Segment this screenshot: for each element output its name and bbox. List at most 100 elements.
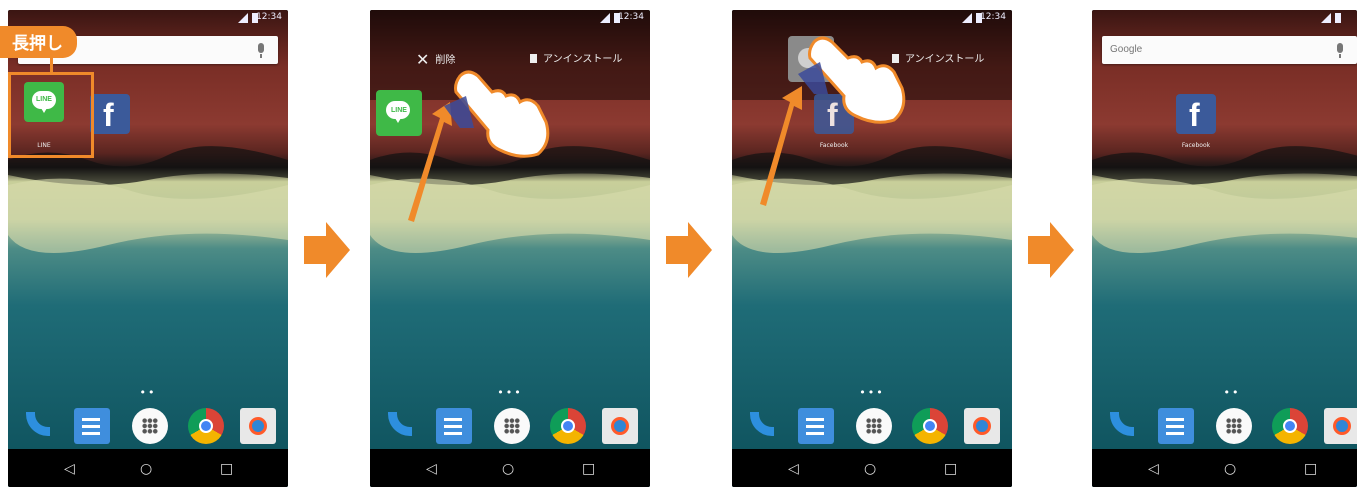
camera-lens-icon [1333, 417, 1351, 435]
status-bar [1092, 10, 1357, 28]
google-search-bar[interactable]: Google [1102, 36, 1357, 64]
app-drawer-icon[interactable] [856, 408, 892, 444]
grid-dots-icon [866, 418, 882, 434]
grid-dots-icon [142, 418, 158, 434]
line-app-icon-over-remove[interactable] [788, 36, 834, 82]
uninstall-target[interactable]: アンインストール [892, 50, 984, 65]
long-press-callout: 長押し [0, 26, 77, 58]
back-icon[interactable]: ◁ [426, 461, 437, 477]
message-line [806, 432, 824, 435]
clock: 12:34 [618, 12, 644, 22]
messages-app-icon[interactable] [436, 408, 472, 444]
facebook-f-icon: f [103, 97, 114, 133]
facebook-app-icon[interactable]: f [90, 94, 130, 134]
phone-app-icon[interactable] [22, 408, 58, 444]
uninstall-label: アンインストール [905, 54, 985, 65]
signal-icon [238, 13, 248, 23]
mic-icon[interactable] [1337, 43, 1343, 58]
back-icon[interactable]: ◁ [64, 461, 75, 477]
camera-lens-icon [973, 417, 991, 435]
clock: 12:34 [256, 12, 282, 22]
uninstall-label: アンインストール [543, 54, 623, 65]
page-indicator: •• [1223, 386, 1241, 399]
phone-app-icon[interactable] [384, 408, 420, 444]
camera-lens-icon [611, 417, 629, 435]
camera-app-icon[interactable] [602, 408, 638, 444]
remove-target[interactable]: ✕ 削除 [416, 50, 455, 69]
back-icon[interactable]: ◁ [1148, 461, 1159, 477]
chrome-app-icon[interactable] [912, 408, 948, 444]
camera-app-icon[interactable] [240, 408, 276, 444]
home-icon[interactable]: ○ [502, 461, 514, 477]
drop-target-bar: アンインストール [732, 36, 1012, 76]
facebook-f-icon: f [827, 97, 838, 133]
signal-icon [962, 13, 972, 23]
recents-icon[interactable]: □ [582, 461, 595, 477]
message-line [806, 418, 824, 421]
home-icon[interactable]: ○ [1224, 461, 1236, 477]
facebook-app-icon[interactable]: f [814, 94, 854, 134]
line-app-icon-dragging[interactable]: LINE [376, 90, 422, 136]
back-icon[interactable]: ◁ [788, 461, 799, 477]
signal-icon [600, 13, 610, 23]
chrome-center-icon [561, 419, 575, 433]
chrome-app-icon[interactable] [550, 408, 586, 444]
page-indicator: ••• [497, 386, 523, 399]
app-drawer-icon[interactable] [1216, 408, 1252, 444]
app-drawer-icon[interactable] [132, 408, 168, 444]
highlight-box [8, 72, 94, 158]
message-line [444, 432, 462, 435]
line-logo-text: LINE [391, 107, 407, 114]
trash-icon [530, 54, 537, 63]
messages-app-icon[interactable] [74, 408, 110, 444]
facebook-f-icon: f [1189, 97, 1200, 133]
grid-dots-icon [504, 418, 520, 434]
messages-app-icon[interactable] [798, 408, 834, 444]
chrome-app-icon[interactable] [188, 408, 224, 444]
phone-app-icon[interactable] [1106, 408, 1142, 444]
uninstall-target[interactable]: アンインストール [530, 50, 622, 65]
navigation-bar: ◁ ○ □ [370, 449, 650, 487]
page-indicator: •• [139, 386, 157, 399]
close-icon: ✕ [416, 50, 430, 69]
phone-handset-icon [26, 412, 50, 436]
recents-icon[interactable]: □ [944, 461, 957, 477]
message-line [1166, 425, 1184, 428]
phone-screen-step-3: 12:34 アンインストール f Facebook ••• ◁ ○ □ [732, 10, 1012, 487]
step-arrow-3 [1028, 222, 1074, 278]
message-line [82, 432, 100, 435]
dock [740, 408, 1004, 448]
status-bar: 12:34 [732, 10, 1012, 28]
camera-app-icon[interactable] [1324, 408, 1357, 444]
facebook-app-label: Facebook [1181, 142, 1211, 149]
message-line [806, 425, 824, 428]
messages-app-icon[interactable] [1158, 408, 1194, 444]
phone-app-icon[interactable] [746, 408, 782, 444]
home-icon[interactable]: ○ [864, 461, 876, 477]
mic-icon[interactable] [258, 43, 264, 58]
grid-dots-icon [1226, 418, 1242, 434]
facebook-app-label: Facebook [819, 142, 849, 149]
message-line [444, 425, 462, 428]
home-icon[interactable]: ○ [140, 461, 152, 477]
chrome-center-icon [1283, 419, 1297, 433]
chrome-center-icon [923, 419, 937, 433]
recents-icon[interactable]: □ [1304, 461, 1317, 477]
camera-app-icon[interactable] [964, 408, 1000, 444]
drop-target-bar: ✕ 削除 アンインストール [370, 36, 650, 76]
navigation-bar: ◁ ○ □ [732, 449, 1012, 487]
navigation-bar: ◁ ○ □ [1092, 449, 1357, 487]
app-drawer-icon[interactable] [494, 408, 530, 444]
speech-bubble-icon [798, 48, 824, 68]
step-arrow-1 [304, 222, 350, 278]
trash-icon [892, 54, 899, 63]
message-line [1166, 418, 1184, 421]
camera-lens-icon [249, 417, 267, 435]
battery-icon [1335, 13, 1341, 23]
status-bar: 12:34 [370, 10, 650, 28]
facebook-app-icon[interactable]: f [1176, 94, 1216, 134]
phone-handset-icon [750, 412, 774, 436]
recents-icon[interactable]: □ [220, 461, 233, 477]
chrome-app-icon[interactable] [1272, 408, 1308, 444]
navigation-bar: ◁ ○ □ [8, 449, 288, 487]
